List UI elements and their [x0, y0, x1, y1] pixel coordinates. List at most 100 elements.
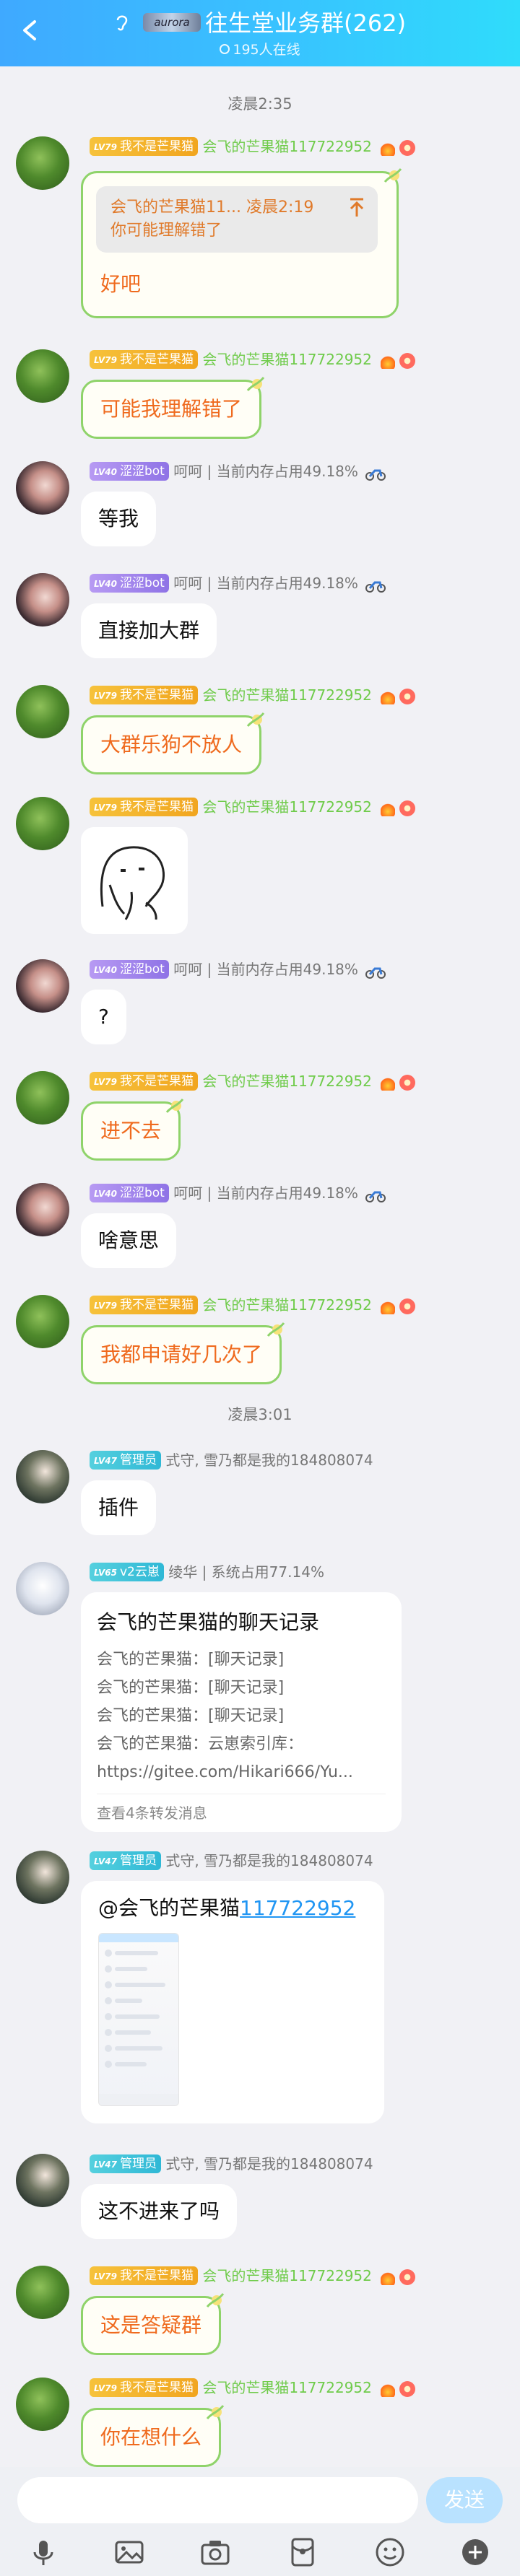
avatar-bot[interactable]	[16, 573, 69, 626]
sender-meta: LV79 我不是芒果猫 会飞的芒果猫117722952	[90, 685, 416, 705]
sender-meta: LV40 涩涩bot 呵呵 | 当前内存占用49.18%	[90, 1183, 386, 1203]
quoted-reply[interactable]: 会飞的芒果猫11... 凌晨2:19 你可能理解错了	[96, 186, 378, 253]
avatar-yun[interactable]	[16, 1562, 69, 1615]
flower-icon	[399, 2269, 416, 2285]
message-bubble[interactable]: 啥意思	[81, 1213, 177, 1268]
send-button[interactable]: 发送	[426, 2477, 503, 2523]
level-badge: LV40 涩涩bot	[90, 462, 169, 481]
flower-icon	[399, 1298, 416, 1314]
earpiece-icon	[116, 15, 128, 31]
level-badge: LV79 我不是芒果猫	[90, 137, 198, 156]
avatar-mango[interactable]	[16, 2266, 69, 2319]
fire-icon	[381, 139, 396, 156]
flower-icon	[399, 139, 416, 156]
view-forwarded-link[interactable]: 查看4条转发消息	[97, 1794, 386, 1832]
message-bubble[interactable]: 可能我理解错了	[81, 377, 265, 439]
microphone-icon[interactable]	[27, 2536, 59, 2568]
avatar-mango[interactable]	[16, 136, 69, 190]
message-bubble[interactable]: 插件	[81, 1480, 157, 1535]
motorbike-icon	[365, 967, 386, 979]
avatar-mango[interactable]	[16, 1295, 69, 1348]
quote-text: 你可能理解错了	[110, 222, 222, 240]
level-badge: LV47 管理员	[90, 2154, 161, 2173]
leaf-decoration-icon	[384, 168, 402, 183]
avatar-admin[interactable]	[16, 1450, 69, 1503]
sender-meta: LV47 管理员 式守, 雪乃都是我的184808074	[90, 1450, 373, 1470]
emoji-icon[interactable]	[374, 2536, 406, 2568]
group-title[interactable]: aurora 往生堂业务群(262)	[0, 9, 520, 38]
avatar-mango[interactable]	[16, 685, 69, 738]
message-text: 好吧	[100, 272, 142, 296]
online-count-text: 195人在线	[233, 42, 300, 58]
time-separator: 凌晨3:01	[228, 1406, 292, 1423]
sender-meta: LV79 我不是芒果猫 会飞的芒果猫117722952	[90, 1071, 416, 1091]
camera-icon[interactable]	[199, 2536, 231, 2568]
flower-icon	[399, 2380, 416, 2397]
message-bubble[interactable]: 直接加大群	[81, 603, 217, 658]
message-bubble[interactable]: 进不去	[81, 1099, 184, 1161]
leaf-decoration-icon	[206, 2293, 225, 2308]
leaf-decoration-icon	[206, 2405, 225, 2419]
message-bubble[interactable]: 你在想什么	[81, 2405, 225, 2467]
flower-icon	[399, 800, 416, 816]
sender-nick: 呵呵 | 当前内存占用49.18%	[173, 463, 358, 480]
fire-icon	[381, 800, 396, 816]
avatar-bot[interactable]	[16, 959, 69, 1013]
message-bubble[interactable]: 会飞的芒果猫11... 凌晨2:19 你可能理解错了 好吧	[81, 168, 402, 318]
group-name: 往生堂业务群(262)	[205, 9, 407, 37]
avatar-mango[interactable]	[16, 1071, 69, 1125]
avatar-mango[interactable]	[16, 349, 69, 403]
sender-meta: LV79 我不是芒果猫 会飞的芒果猫117722952	[90, 797, 416, 817]
leaf-decoration-icon	[246, 377, 265, 391]
fire-icon	[381, 1074, 396, 1091]
avatar-admin[interactable]	[16, 2154, 69, 2207]
avatar-bot[interactable]	[16, 1183, 69, 1236]
message-bubble[interactable]: ?	[81, 990, 126, 1044]
sender-nick: 呵呵 | 当前内存占用49.18%	[173, 575, 358, 592]
message-bubble[interactable]: 等我	[81, 492, 157, 546]
message-input[interactable]	[17, 2477, 418, 2523]
level-badge: LV79 我不是芒果猫	[90, 798, 198, 816]
screenshot-thumbnail[interactable]	[98, 1933, 179, 2106]
level-badge: LV79 我不是芒果猫	[90, 2378, 198, 2397]
avatar-mango[interactable]	[16, 2378, 69, 2431]
level-badge: LV79 我不是芒果猫	[90, 1296, 198, 1314]
input-bar: 发送	[0, 2467, 520, 2576]
sender-meta: LV65 v2云崽 绫华 | 系统占用77.14%	[90, 1562, 324, 1582]
level-badge: LV79 我不是芒果猫	[90, 686, 198, 704]
jump-to-quote-icon[interactable]	[349, 198, 365, 218]
avatar-mango[interactable]	[16, 797, 69, 850]
sender-meta: LV40 涩涩bot 呵呵 | 当前内存占用49.18%	[90, 573, 386, 593]
sender-nick: 呵呵 | 当前内存占用49.18%	[173, 1184, 358, 1202]
mention-name[interactable]: @会飞的芒果猫	[98, 1896, 240, 1920]
forward-line: 会飞的芒果猫：[聊天记录]	[97, 1679, 285, 1697]
fire-icon	[381, 352, 396, 369]
flower-icon	[399, 1074, 416, 1091]
fire-icon	[381, 2269, 396, 2285]
avatar-bot[interactable]	[16, 461, 69, 515]
motorbike-icon	[365, 1191, 386, 1202]
avatar-admin[interactable]	[16, 1851, 69, 1904]
level-badge: LV40 涩涩bot	[90, 960, 169, 979]
sticker-image[interactable]	[81, 827, 188, 934]
red-packet-icon[interactable]	[287, 2536, 318, 2568]
image-icon[interactable]	[113, 2536, 145, 2568]
plus-icon[interactable]	[459, 2536, 491, 2568]
message-bubble[interactable]: 这是答疑群	[81, 2293, 225, 2355]
sender-meta: LV79 我不是芒果猫 会飞的芒果猫117722952	[90, 136, 416, 157]
message-bubble[interactable]: 这不进来了吗	[81, 2184, 238, 2239]
mention-qq-link[interactable]: 117722952	[240, 1896, 355, 1920]
message-bubble[interactable]: 大群乐狗不放人	[81, 712, 265, 774]
forward-line: 会飞的芒果猫：[聊天记录]	[97, 1651, 285, 1669]
forwarded-chat-card[interactable]: 会飞的芒果猫的聊天记录 会飞的芒果猫：[聊天记录] 会飞的芒果猫：[聊天记录] …	[81, 1592, 402, 1832]
sender-nick: 式守, 雪乃都是我的184808074	[165, 1451, 373, 1469]
sender-nick: 会飞的芒果猫117722952	[202, 1073, 372, 1090]
message-bubble[interactable]: @会飞的芒果猫117722952	[81, 1881, 384, 2123]
level-badge: LV40 涩涩bot	[90, 1184, 169, 1202]
fire-icon	[381, 1298, 396, 1314]
level-badge: LV65 v2云崽	[90, 1563, 164, 1581]
flower-icon	[399, 688, 416, 704]
sender-nick: 式守, 雪乃都是我的184808074	[165, 2155, 373, 2173]
message-bubble[interactable]: 我都申请好几次了	[81, 1322, 285, 1384]
sender-meta: LV79 我不是芒果猫 会飞的芒果猫117722952	[90, 2378, 416, 2398]
